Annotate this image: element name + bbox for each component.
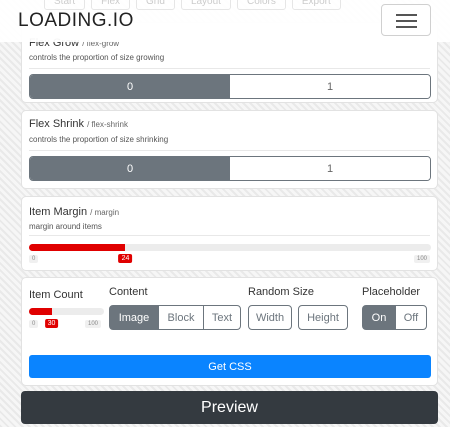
ghost-tab[interactable]: Colors: [236, 0, 286, 10]
item-count-slider-fill: [29, 308, 52, 315]
flex-grow-toggle: 0 1: [29, 74, 431, 99]
ghost-tab[interactable]: Flex: [91, 0, 131, 10]
flex-shrink-option-0[interactable]: 0: [30, 157, 230, 180]
item-count-label: Item Count: [29, 289, 83, 301]
ghost-tab[interactable]: Layout: [180, 0, 231, 10]
ghost-tab[interactable]: Start: [44, 0, 86, 10]
flex-shrink-card: Flex Shrink / flex-shrink controls the p…: [21, 110, 438, 189]
item-count-min-label: 0: [29, 320, 39, 328]
content-text-button[interactable]: Text: [203, 305, 241, 330]
item-margin-description: margin around items: [29, 222, 102, 231]
item-count-slider[interactable]: [29, 308, 104, 315]
flex-shrink-subtitle: / flex-shrink: [87, 120, 128, 129]
divider: [29, 68, 430, 69]
random-width-button[interactable]: Width: [248, 305, 292, 330]
ghost-tab[interactable]: Grid: [136, 0, 175, 10]
item-count-max-label: 100: [85, 320, 102, 328]
flex-shrink-option-1[interactable]: 1: [230, 157, 430, 180]
flex-grow-option-0[interactable]: 0: [30, 75, 230, 98]
hamburger-icon-bar: [396, 20, 417, 22]
layout-controls-card: Item Count 30 0 100 Content Image Block …: [21, 277, 438, 386]
item-margin-value-badge: 24: [118, 254, 133, 263]
flex-shrink-toggle: 0 1: [29, 156, 431, 181]
get-css-button[interactable]: Get CSS: [29, 355, 431, 378]
divider: [29, 235, 430, 236]
top-navbar: Start Flex Grid Layout Colors Export LOA…: [0, 0, 450, 42]
item-margin-title-text: Item Margin: [29, 206, 88, 218]
ghost-tab[interactable]: Export: [291, 0, 341, 10]
placeholder-off-button[interactable]: Off: [395, 305, 427, 330]
item-margin-slider-fill: [29, 244, 126, 251]
content-button-group: Image Block Text: [109, 305, 241, 330]
flex-shrink-description: controls the proportion of size shrinkin…: [29, 135, 169, 144]
item-margin-card: Item Margin / margin margin around items…: [21, 196, 438, 271]
placeholder-on-button[interactable]: On: [362, 305, 396, 330]
ghost-tabs: Start Flex Grid Layout Colors Export: [44, 0, 341, 10]
content-label: Content: [109, 286, 148, 298]
preview-button[interactable]: Preview: [21, 391, 438, 424]
flex-shrink-title-text: Flex Shrink: [29, 118, 85, 130]
content-block-button[interactable]: Block: [158, 305, 204, 330]
random-size-label: Random Size: [248, 286, 315, 298]
menu-toggle-button[interactable]: [381, 4, 431, 36]
flex-shrink-title: Flex Shrink / flex-shrink: [29, 118, 128, 130]
flex-grow-option-1[interactable]: 1: [230, 75, 430, 98]
placeholder-label: Placeholder: [362, 286, 421, 298]
item-margin-slider[interactable]: [29, 244, 431, 251]
content-image-button[interactable]: Image: [109, 305, 159, 330]
site-logo[interactable]: LOADING.IO: [18, 10, 134, 32]
flex-grow-description: controls the proportion of size growing: [29, 53, 165, 62]
item-count-value-badge: 30: [44, 319, 59, 328]
item-margin-title: Item Margin / margin: [29, 206, 119, 218]
hamburger-icon-bar: [396, 26, 417, 28]
item-margin-min-label: 0: [29, 255, 39, 263]
random-height-button[interactable]: Height: [298, 305, 348, 330]
placeholder-button-group: On Off: [362, 305, 427, 330]
hamburger-icon-bar: [396, 14, 417, 16]
item-margin-subtitle: / margin: [90, 208, 120, 217]
divider: [29, 150, 430, 151]
item-margin-max-label: 100: [413, 255, 430, 263]
